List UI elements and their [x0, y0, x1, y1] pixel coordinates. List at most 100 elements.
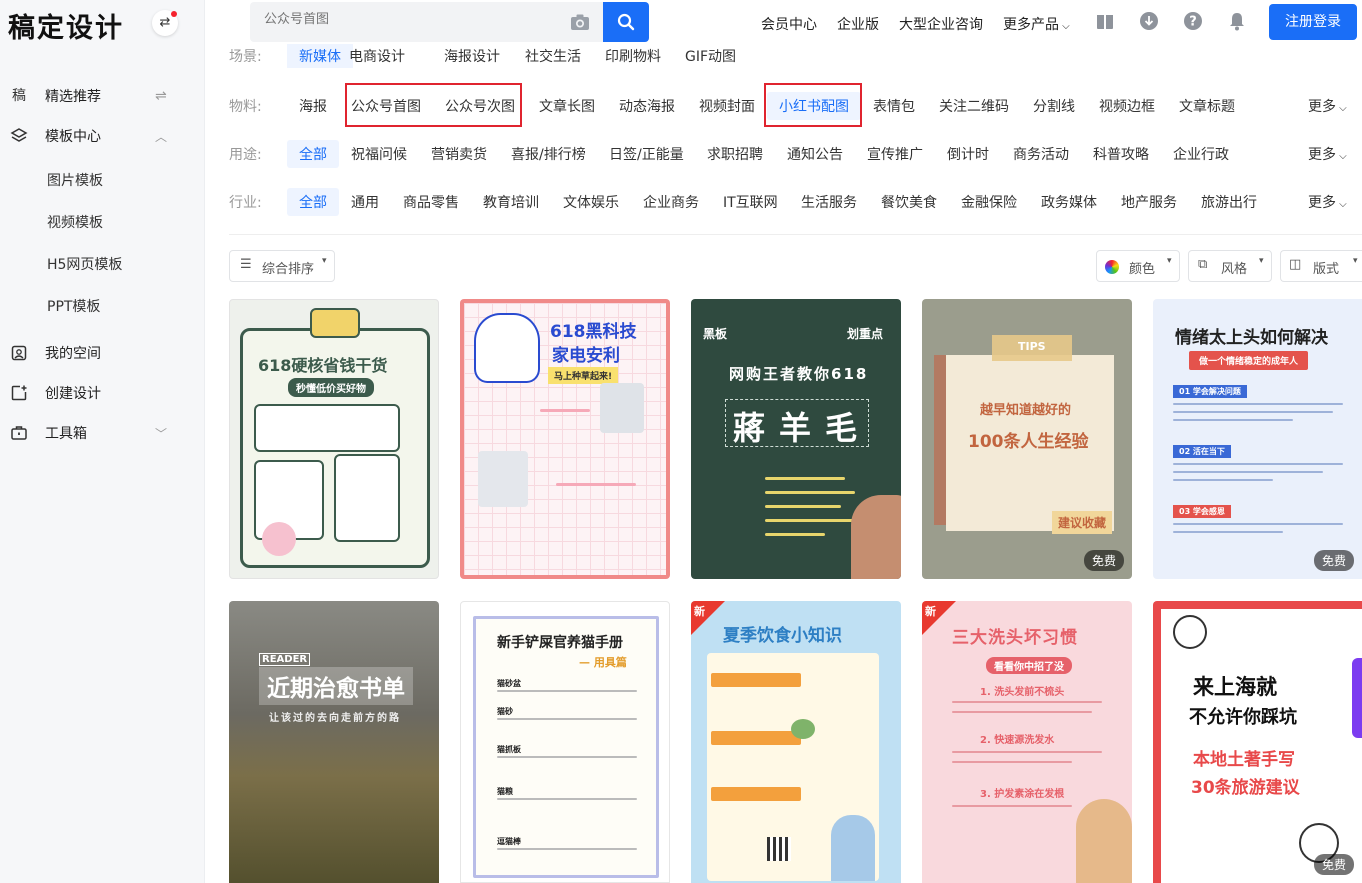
filter-option[interactable]: 科普攻略 — [1093, 144, 1149, 164]
layout-icon: ◫ — [1289, 257, 1302, 272]
filter-option[interactable]: 喜报/排行榜 — [511, 144, 586, 164]
filter-label: 行业: — [229, 195, 262, 211]
filter-option[interactable]: 海报设计 — [444, 46, 500, 66]
template-card[interactable]: 来上海就 不允许你踩坑 本地土著手写 30条旅游建议 免费 — [1153, 601, 1362, 883]
filter-option[interactable]: 日签/正能量 — [609, 144, 684, 164]
template-card[interactable]: TIPS 越早知道越好的 100条人生经验 建议收藏 免费 — [922, 299, 1132, 579]
app-logo[interactable]: 稿定设计 — [8, 6, 124, 45]
template-card[interactable]: 三大洗头坏习惯 看看你中招了没 1. 洗头发前不梳头 2. 快速源洗发水 3. … — [922, 601, 1132, 883]
card-headline: 网购王者教你618 — [729, 365, 869, 383]
filter-option[interactable]: GIF动图 — [685, 46, 736, 66]
search-box — [250, 2, 603, 42]
filter-option[interactable]: 求职招聘 — [707, 144, 763, 164]
filter-option[interactable]: 地产服务 — [1121, 192, 1177, 212]
filter-option[interactable]: IT互联网 — [723, 192, 778, 212]
register-login-button[interactable]: 注册登录 — [1269, 4, 1357, 40]
filter-option[interactable]: 生活服务 — [801, 192, 857, 212]
switch-icon[interactable]: ⇄ — [152, 10, 178, 36]
style-filter[interactable]: ⧉ 风格 ▾ — [1188, 250, 1272, 282]
filter-option[interactable]: 餐饮美食 — [881, 192, 937, 212]
filter-option[interactable]: 商品零售 — [403, 192, 459, 212]
filter-option[interactable]: 文章标题 — [1179, 96, 1235, 116]
sidebar-sub-image-templates[interactable]: 图片模板 — [47, 170, 103, 190]
filter-option[interactable]: 通知公告 — [787, 144, 843, 164]
filter-option[interactable]: 金融保险 — [961, 192, 1017, 212]
filter-option[interactable]: 视频封面 — [699, 96, 755, 116]
sidebar-item-toolbox[interactable]: 工具箱 ﹀ — [0, 418, 205, 448]
more-dropdown[interactable]: 更多 ⌵ — [1308, 192, 1347, 212]
gift-icon[interactable] — [1095, 11, 1115, 31]
filter-option[interactable]: 分割线 — [1033, 96, 1075, 116]
sort-dropdown[interactable]: ☰ 综合排序 ▾ — [229, 250, 335, 282]
help-icon[interactable]: ? — [1183, 11, 1203, 31]
template-card[interactable]: 黑板 划重点 网购王者教你618 蔣羊毛 — [691, 299, 901, 579]
filter-option[interactable]: 视频边框 — [1099, 96, 1155, 116]
more-products-link[interactable]: 更多产品 ⌵ — [1003, 14, 1070, 34]
more-dropdown[interactable]: 更多 ⌵ — [1308, 144, 1347, 164]
free-badge: 免费 — [1313, 550, 1354, 571]
sidebar-item-my-space[interactable]: 我的空间 — [0, 338, 205, 368]
more-dropdown[interactable]: 更多 ⌵ — [1308, 96, 1347, 116]
sidebar-sub-ppt-templates[interactable]: PPT模板 — [47, 296, 100, 316]
filter-option[interactable]: 文章长图 — [539, 96, 595, 116]
filter-option[interactable]: 关注二维码 — [939, 96, 1009, 116]
download-icon[interactable] — [1139, 11, 1159, 31]
chevron-up-icon[interactable]: ︿ — [155, 128, 167, 145]
filter-option[interactable]: 企业行政 — [1173, 144, 1229, 164]
filter-option[interactable]: 动态海报 — [619, 96, 675, 116]
card-label — [711, 731, 801, 745]
layout-label: 版式 — [1313, 262, 1340, 277]
filter-row-industry: 行业: 全部 通用 商品零售 教育培训 文体娱乐 企业商务 IT互联网 生活服务… — [229, 186, 1362, 216]
color-filter[interactable]: 颜色 ▾ — [1096, 250, 1180, 282]
sidebar-item-featured[interactable]: 稿 精选推荐 ⇌ — [0, 81, 205, 111]
template-card[interactable]: 618硬核省钱干货 秒懂低价买好物 — [229, 299, 439, 579]
filter-option[interactable]: 海报 — [299, 96, 327, 116]
filter-option[interactable]: 教育培训 — [483, 192, 539, 212]
card-step: 猫抓板 — [497, 745, 521, 754]
card-subtitle: — 用具篇 — [579, 656, 627, 669]
filter-option-all[interactable]: 全部 — [287, 188, 339, 216]
create-plus-icon — [10, 384, 28, 402]
filter-option[interactable]: 祝福问候 — [351, 144, 407, 164]
template-card[interactable]: READER 近期治愈书单 让该过的去向走前方的路 — [229, 601, 439, 883]
filter-option[interactable]: 营销卖货 — [431, 144, 487, 164]
sidebar-item-create[interactable]: 创建设计 — [0, 378, 205, 408]
filter-option[interactable]: 宣传推广 — [867, 144, 923, 164]
filter-option[interactable]: 文体娱乐 — [563, 192, 619, 212]
filter-option-new-media[interactable]: 新媒体 — [287, 44, 353, 68]
search-input[interactable] — [264, 12, 544, 27]
sidebar-sub-video-templates[interactable]: 视频模板 — [47, 212, 103, 232]
filter-option-all[interactable]: 全部 — [287, 140, 339, 168]
filter-option[interactable]: 企业商务 — [643, 192, 699, 212]
adjust-icon[interactable]: ⇌ — [155, 88, 167, 104]
enterprise-consult-link[interactable]: 大型企业咨询 — [899, 14, 983, 34]
filter-option[interactable]: 商务活动 — [1013, 144, 1069, 164]
filter-option[interactable]: 通用 — [351, 192, 379, 212]
template-card[interactable]: 新手铲屎官养猫手册 — 用具篇 猫砂盆 猫砂 猫抓板 猫粮 逗猫棒 — [460, 601, 670, 883]
text-line — [765, 533, 825, 536]
sidebar-item-templates[interactable]: 模板中心 ︿ — [0, 121, 205, 151]
side-float-widget[interactable] — [1352, 658, 1362, 738]
filter-option[interactable]: 电商设计 — [349, 46, 405, 66]
camera-icon[interactable] — [570, 13, 590, 31]
template-card[interactable]: 情绪太上头如何解决 做一个情绪稳定的成年人 01 学会解决问题 02 活在当下 … — [1153, 299, 1362, 579]
layout-filter[interactable]: ◫ 版式 ▾ — [1280, 250, 1362, 282]
card-top-left: 黑板 — [703, 327, 728, 341]
enterprise-link[interactable]: 企业版 — [837, 14, 879, 34]
bell-icon[interactable] — [1227, 11, 1247, 31]
vip-center-link[interactable]: 会员中心 — [761, 14, 817, 34]
filter-option[interactable]: 印刷物料 — [605, 46, 661, 66]
filter-option[interactable]: 表情包 — [873, 96, 915, 116]
filter-option[interactable]: 社交生活 — [525, 46, 581, 66]
text-line — [1173, 531, 1283, 533]
template-card[interactable]: 618黑科技 家电安利 马上种草起来! — [460, 299, 670, 579]
filter-option[interactable]: 政务媒体 — [1041, 192, 1097, 212]
chevron-down-icon[interactable]: ﹀ — [155, 425, 167, 442]
card-line2: 不允许你踩坑 — [1189, 707, 1297, 728]
filter-option[interactable]: 倒计时 — [947, 144, 989, 164]
filter-option[interactable]: 旅游出行 — [1201, 192, 1257, 212]
card-line4: 30条旅游建议 — [1191, 778, 1300, 798]
search-button[interactable] — [603, 2, 649, 42]
sidebar-sub-h5-templates[interactable]: H5网页模板 — [47, 254, 122, 274]
template-card[interactable]: 夏季饮食小知识 新 — [691, 601, 901, 883]
